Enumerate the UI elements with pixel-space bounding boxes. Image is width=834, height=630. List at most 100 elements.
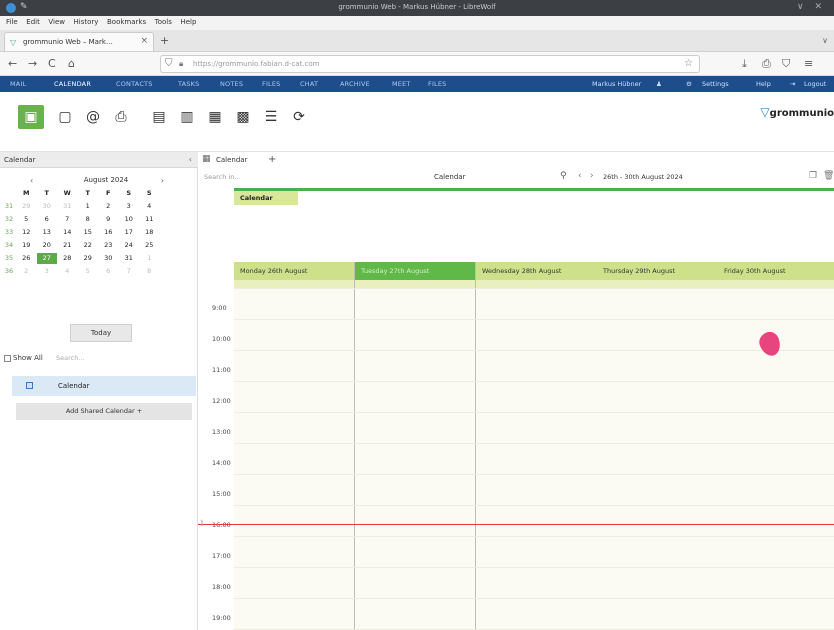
all-day-slot[interactable] (476, 280, 597, 288)
today-button[interactable]: Today (70, 324, 132, 342)
mini-calendar-day[interactable]: 30 (98, 253, 119, 264)
nav-contacts[interactable]: CONTACTS (116, 80, 153, 88)
add-shared-calendar-button[interactable]: Add Shared Calendar + (16, 403, 192, 420)
week-number[interactable]: 34 (2, 240, 16, 251)
day-header-3[interactable]: Wednesday 28th August (476, 262, 597, 280)
settings-link[interactable]: Settings (702, 80, 729, 88)
mini-calendar-day[interactable]: 6 (37, 214, 58, 225)
menu-bookmarks[interactable]: Bookmarks (107, 18, 146, 26)
logout-icon[interactable]: ⇥ (790, 80, 795, 88)
day-header-2[interactable]: Tuesday 27th August (355, 262, 476, 280)
calendar-tab[interactable]: Calendar (216, 156, 247, 164)
mini-calendar-day[interactable]: 22 (78, 240, 99, 251)
new-appointment-icon[interactable]: ▣ (18, 105, 44, 129)
nav-files-2[interactable]: FILES (428, 80, 447, 88)
mini-calendar-day[interactable]: 7 (57, 214, 78, 225)
new-contact-icon[interactable]: ▢ (56, 108, 74, 126)
back-icon[interactable]: ← (8, 57, 17, 70)
url-bar[interactable]: ⛉ 🔒︎ https://grommunio.fabian.d-cat.com … (160, 55, 700, 73)
mini-calendar-day[interactable]: 20 (37, 240, 58, 251)
new-tab-button[interactable]: + (160, 34, 169, 47)
mini-calendar-day[interactable]: 2 (16, 266, 37, 277)
day-header-5[interactable]: Friday 30th August (718, 262, 834, 280)
mini-calendar-day[interactable]: 8 (139, 266, 160, 277)
mini-calendar-month[interactable]: August 2024 (18, 176, 194, 184)
bookmark-star-icon[interactable]: ☆ (684, 58, 693, 69)
download-icon[interactable]: ⤓ (742, 57, 747, 71)
mini-calendar-day[interactable]: 23 (98, 240, 119, 251)
library-icon[interactable]: ⎙ (762, 57, 771, 71)
menu-view[interactable]: View (48, 18, 65, 26)
mini-calendar-day[interactable]: 30 (37, 201, 58, 212)
mini-calendar-day[interactable]: 7 (119, 266, 140, 277)
nav-notes[interactable]: NOTES (220, 80, 243, 88)
mini-calendar-day[interactable]: 9 (98, 214, 119, 225)
mini-calendar-day[interactable]: 14 (57, 227, 78, 238)
mini-calendar-day[interactable]: 4 (139, 201, 160, 212)
next-month-icon[interactable]: › (161, 176, 164, 185)
calendar-search-field[interactable]: Search in… (204, 173, 241, 181)
tracking-shield-icon[interactable]: ⛉ (165, 58, 173, 69)
browser-tab[interactable]: ▽ grommunio Web – Mark… × (4, 32, 154, 51)
mini-calendar-today[interactable]: 27 (36, 253, 57, 264)
user-name[interactable]: Markus Hübner (592, 80, 641, 88)
calendar-list-item[interactable]: Calendar (12, 376, 196, 396)
add-tab-button[interactable]: + (268, 154, 276, 165)
day-header-4[interactable]: Thursday 29th August (597, 262, 718, 280)
lock-icon[interactable]: 🔒︎ (179, 59, 183, 69)
mini-calendar-day[interactable]: 13 (37, 227, 58, 238)
month-view-icon[interactable]: ▩ (234, 108, 252, 126)
ublock-shield-icon[interactable]: ⛉ (782, 57, 790, 71)
nav-mail[interactable]: MAIL (10, 80, 26, 88)
collapse-panel-icon[interactable]: ‹ (189, 155, 192, 164)
all-day-slot[interactable] (718, 280, 834, 288)
delete-icon[interactable]: 🗑︎ (823, 171, 834, 181)
mini-calendar-day[interactable]: 29 (78, 253, 99, 264)
week-view-icon[interactable]: ▦ (206, 108, 224, 126)
week-number[interactable]: 35 (2, 253, 16, 264)
hamburger-menu-icon[interactable]: ≡ (804, 57, 813, 70)
mini-calendar-day[interactable]: 4 (57, 266, 78, 277)
mini-calendar-day[interactable]: 15 (78, 227, 99, 238)
mini-calendar-day[interactable]: 29 (16, 201, 37, 212)
week-number[interactable]: 36 (2, 266, 16, 277)
print-icon[interactable]: ⎙ (112, 108, 130, 126)
mini-calendar-day[interactable]: 8 (78, 214, 99, 225)
mini-calendar-day[interactable]: 21 (57, 240, 78, 251)
mini-calendar-day[interactable]: 1 (78, 201, 99, 212)
show-all-checkbox[interactable]: Show All (4, 354, 43, 362)
mini-calendar-day[interactable]: 18 (139, 227, 160, 238)
copy-icon[interactable]: ❐ (809, 171, 817, 181)
all-day-slot[interactable] (355, 280, 476, 288)
list-view-icon[interactable]: ☰ (262, 108, 280, 126)
forward-icon[interactable]: → (28, 57, 37, 70)
workweek-view-icon[interactable]: ▥ (178, 108, 196, 126)
mini-calendar-day[interactable]: 5 (16, 214, 37, 225)
reload-icon[interactable]: C (48, 57, 56, 70)
mini-calendar-day[interactable]: 3 (119, 201, 140, 212)
menu-tools[interactable]: Tools (155, 18, 172, 26)
mini-calendar-day[interactable]: 3 (37, 266, 58, 277)
mini-calendar-day[interactable]: 2 (98, 201, 119, 212)
tab-close-icon[interactable]: × (140, 36, 148, 46)
window-controls[interactable]: ∨ ✕ (797, 2, 826, 12)
settings-gear-icon[interactable]: ⚙ (686, 80, 692, 88)
week-number[interactable]: 31 (2, 201, 16, 212)
nav-files[interactable]: FILES (262, 80, 281, 88)
mini-calendar-day[interactable]: 25 (139, 240, 160, 251)
nav-meet[interactable]: MEET (392, 80, 411, 88)
calendar-search-input[interactable]: Search… (54, 352, 194, 365)
mini-calendar-day[interactable]: 5 (78, 266, 99, 277)
logout-link[interactable]: Logout (804, 80, 826, 88)
mini-calendar-day[interactable]: 16 (98, 227, 119, 238)
checkbox-icon[interactable] (4, 354, 11, 362)
home-icon[interactable]: ⌂ (68, 57, 75, 70)
all-day-slot[interactable] (597, 280, 718, 288)
nav-calendar[interactable]: CALENDAR (54, 80, 91, 88)
email-at-icon[interactable]: @ (84, 108, 102, 126)
mini-calendar-day[interactable]: 24 (119, 240, 140, 251)
mini-calendar-day[interactable]: 31 (119, 253, 140, 264)
mini-calendar-day[interactable]: 28 (57, 253, 78, 264)
mini-calendar-day[interactable]: 12 (16, 227, 37, 238)
calendar-grid-body[interactable] (234, 288, 834, 630)
